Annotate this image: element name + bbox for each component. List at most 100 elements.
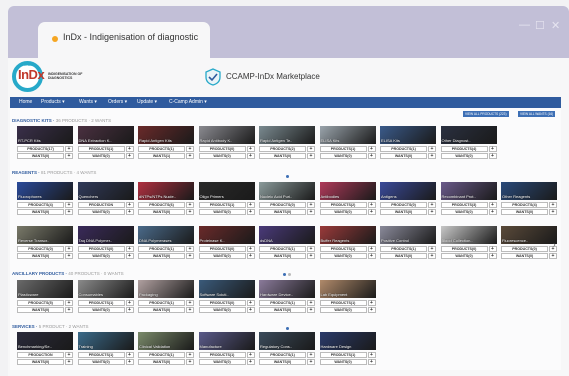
category-card[interactable]: Antigens PRODUCTS(0) + WANTS(0) + bbox=[380, 182, 436, 216]
wants-button[interactable]: WANTS(0) bbox=[440, 153, 488, 159]
carousel-dot[interactable] bbox=[286, 327, 289, 330]
category-thumbnail[interactable]: Regulatory Cons.. bbox=[259, 332, 315, 350]
wants-button[interactable]: WANTS(0) bbox=[319, 253, 367, 259]
add-product-icon[interactable]: + bbox=[428, 146, 436, 152]
nav-admin[interactable]: C-Camp Admin ▾ bbox=[169, 99, 207, 105]
category-card[interactable]: Oligo Primers PRODUCTS(1) + WANTS(0) + bbox=[198, 182, 255, 216]
category-card[interactable]: Quenchers PRODUCTION + WANTS(0) + bbox=[77, 182, 134, 216]
products-button[interactable]: PRODUCTS(1) bbox=[319, 352, 367, 358]
add-want-icon[interactable]: + bbox=[125, 253, 134, 259]
wants-button[interactable]: WANTS(0) bbox=[319, 209, 367, 215]
category-card[interactable]: Lab Equipment PRODUCTS(1) + WANTS(0) + bbox=[319, 280, 376, 314]
add-want-icon[interactable]: + bbox=[428, 209, 436, 215]
add-product-icon[interactable]: + bbox=[307, 300, 315, 306]
wants-button[interactable]: WANTS(0) bbox=[319, 359, 367, 365]
products-button[interactable]: PRODUCTS(4) bbox=[501, 202, 548, 208]
minimize-icon[interactable]: — bbox=[519, 19, 530, 31]
add-want-icon[interactable]: + bbox=[246, 153, 255, 159]
category-card[interactable]: Taq DNA Polymer.. PRODUCTS(0) + WANTS(0) + bbox=[77, 226, 134, 260]
products-button[interactable]: PRODUCTS(0) bbox=[17, 246, 64, 252]
category-thumbnail[interactable]: Other Diagnost.. bbox=[440, 126, 497, 144]
add-want-icon[interactable]: + bbox=[367, 253, 376, 259]
wants-button[interactable]: WANTS(0) bbox=[259, 153, 306, 159]
add-product-icon[interactable]: + bbox=[125, 352, 134, 358]
add-product-icon[interactable]: + bbox=[246, 146, 255, 152]
close-icon[interactable]: ✕ bbox=[551, 19, 560, 32]
products-button[interactable]: PRODUCTS(0) bbox=[259, 202, 306, 208]
wants-button[interactable]: WANTS(0) bbox=[198, 153, 246, 159]
category-thumbnail[interactable]: Antigens bbox=[380, 182, 436, 200]
wants-button[interactable]: WANTS(0) bbox=[319, 153, 367, 159]
category-thumbnail[interactable]: Software Soluti.. bbox=[198, 280, 255, 298]
add-want-icon[interactable]: + bbox=[488, 153, 497, 159]
wants-button[interactable]: WANTS(0) bbox=[138, 209, 185, 215]
category-card[interactable]: Benchmarking/Se.. PRODUCTION + WANTS(0) + bbox=[17, 332, 73, 366]
wants-button[interactable]: WANTS(0) bbox=[198, 253, 246, 259]
products-button[interactable]: PRODUCTS(4) bbox=[440, 146, 488, 152]
category-thumbnail[interactable]: DNA Polymerases bbox=[138, 226, 194, 244]
add-want-icon[interactable]: + bbox=[65, 253, 73, 259]
products-button[interactable]: PRODUCTS(1) bbox=[138, 300, 185, 306]
category-thumbnail[interactable]: Rapid Antigen Kits bbox=[138, 126, 194, 144]
products-button[interactable]: PRODUCTS(1) bbox=[259, 352, 306, 358]
add-want-icon[interactable]: + bbox=[307, 209, 315, 215]
wants-button[interactable]: WANTS(0) bbox=[17, 253, 64, 259]
products-button[interactable]: PRODUCTS(2) bbox=[259, 146, 306, 152]
category-card[interactable]: Training PRODUCTS(1) + WANTS(0) + bbox=[77, 332, 134, 366]
add-want-icon[interactable]: + bbox=[367, 209, 376, 215]
products-button[interactable]: PRODUCTION bbox=[77, 202, 125, 208]
view-all-products-button[interactable]: VIEW ALL PRODUCTS (223) bbox=[463, 111, 509, 117]
wants-button[interactable]: WANTS(0) bbox=[138, 253, 185, 259]
category-thumbnail[interactable]: DNA Extraction K.. bbox=[77, 126, 134, 144]
products-button[interactable]: PRODUCTS(1) bbox=[319, 300, 367, 306]
wants-button[interactable]: WANTS(0) bbox=[380, 253, 427, 259]
category-thumbnail[interactable]: RT-PCR Kits bbox=[17, 126, 73, 144]
add-product-icon[interactable]: + bbox=[65, 146, 73, 152]
wants-button[interactable]: WANTS(0) bbox=[440, 253, 488, 259]
add-want-icon[interactable]: + bbox=[428, 253, 436, 259]
add-product-icon[interactable]: + bbox=[488, 146, 497, 152]
view-all-wants-button[interactable]: VIEW ALL WANTS (16) bbox=[518, 111, 556, 117]
category-thumbnail[interactable]: dsDNA bbox=[259, 226, 315, 244]
products-button[interactable]: PRODUCTS(0) bbox=[198, 300, 246, 306]
indx-logo[interactable]: C-CAMP InDx INDIGENISATION OF DIAGNOSTIC… bbox=[12, 60, 84, 94]
category-card[interactable]: dsDNA PRODUCTS(1) + WANTS(0) + bbox=[259, 226, 315, 260]
products-button[interactable]: PRODUCTS(0) bbox=[501, 246, 548, 252]
category-thumbnail[interactable]: Benchmarking/Se.. bbox=[17, 332, 73, 350]
add-product-icon[interactable]: + bbox=[367, 352, 376, 358]
add-product-icon[interactable]: + bbox=[186, 202, 194, 208]
category-thumbnail[interactable]: Reverse Transcr.. bbox=[17, 226, 73, 244]
add-product-icon[interactable]: + bbox=[186, 352, 194, 358]
category-card[interactable]: Plasticware PRODUCTS(5) + WANTS(0) + bbox=[17, 280, 73, 314]
category-thumbnail[interactable]: Antibodies bbox=[319, 182, 376, 200]
products-button[interactable]: PRODUCTS(2) bbox=[319, 202, 367, 208]
nav-wants[interactable]: Wants ▾ bbox=[79, 99, 97, 105]
add-want-icon[interactable]: + bbox=[125, 209, 134, 215]
category-thumbnail[interactable]: ELISA Kits bbox=[380, 126, 436, 144]
add-want-icon[interactable]: + bbox=[367, 153, 376, 159]
add-want-icon[interactable]: + bbox=[65, 359, 73, 365]
add-want-icon[interactable]: + bbox=[246, 209, 255, 215]
add-product-icon[interactable]: + bbox=[186, 246, 194, 252]
category-thumbnail[interactable]: Nucleic Acid Puri.. bbox=[259, 182, 315, 200]
category-thumbnail[interactable]: Other Reagents bbox=[501, 182, 557, 200]
category-thumbnail[interactable]: Consumables bbox=[77, 280, 134, 298]
wants-button[interactable]: WANTS(0) bbox=[198, 209, 246, 215]
add-product-icon[interactable]: + bbox=[65, 246, 73, 252]
category-thumbnail[interactable]: Taq DNA Polymer.. bbox=[77, 226, 134, 244]
add-want-icon[interactable]: + bbox=[125, 307, 134, 313]
add-want-icon[interactable]: + bbox=[488, 209, 497, 215]
category-card[interactable]: Fluorophores PRODUCTS(4) + WANTS(0) + bbox=[17, 182, 73, 216]
add-product-icon[interactable]: + bbox=[307, 202, 315, 208]
add-product-icon[interactable]: + bbox=[488, 202, 497, 208]
category-thumbnail[interactable]: Buffer Reagents bbox=[319, 226, 376, 244]
category-card[interactable]: Rapid Antibody K.. PRODUCTS(0) + WANTS(0) + bbox=[198, 126, 255, 160]
wants-button[interactable]: WANTS(0) bbox=[380, 209, 427, 215]
category-card[interactable]: Buffer Reagents PRODUCTS(1) + WANTS(0) + bbox=[319, 226, 376, 260]
add-want-icon[interactable]: + bbox=[125, 153, 134, 159]
category-thumbnail[interactable]: Plasticware bbox=[17, 280, 73, 298]
products-button[interactable]: PRODUCTS(0) bbox=[440, 246, 488, 252]
add-product-icon[interactable]: + bbox=[428, 202, 436, 208]
add-product-icon[interactable]: + bbox=[307, 352, 315, 358]
category-card[interactable]: DNA Extraction K.. PRODUCTS(1) + WANTS(0) + bbox=[77, 126, 134, 160]
